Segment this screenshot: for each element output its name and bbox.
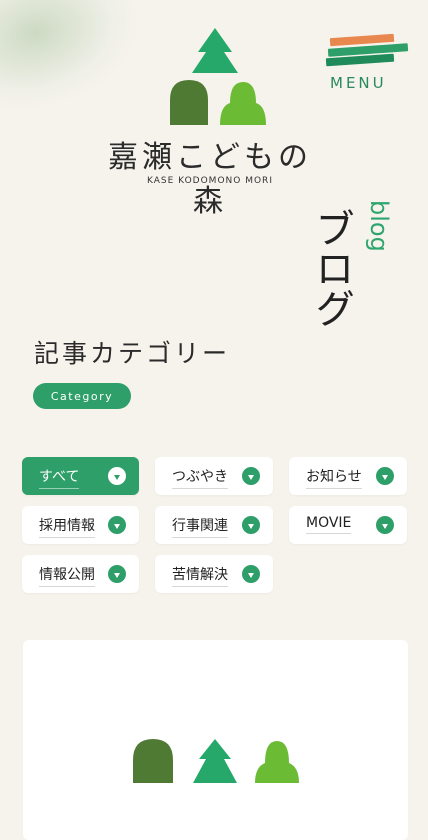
chevron-down-icon xyxy=(108,467,126,485)
logo-mark-icon xyxy=(170,28,266,125)
category-button-recruit[interactable]: 採用情報 xyxy=(22,506,139,544)
category-button-all[interactable]: すべて xyxy=(22,457,139,495)
category-section-title: 記事カテゴリー xyxy=(34,339,231,368)
category-label: MOVIE xyxy=(306,515,352,534)
chevron-down-icon xyxy=(376,516,394,534)
chevron-down-icon xyxy=(108,565,126,583)
chevron-down-icon xyxy=(242,516,260,534)
chevron-down-icon xyxy=(242,565,260,583)
category-button-complaints[interactable]: 苦情解決 xyxy=(155,555,273,593)
category-label: つぶやき xyxy=(172,466,228,489)
category-label: 採用情報 xyxy=(39,515,95,538)
logo-subtitle: KASE KODOMONO MORI xyxy=(147,176,273,186)
category-label: 情報公開 xyxy=(39,564,95,587)
category-label: すべて xyxy=(39,466,80,489)
category-button-movie[interactable]: MOVIE xyxy=(289,506,407,544)
blog-english-label: blog xyxy=(365,200,393,252)
blog-post-card[interactable] xyxy=(23,640,408,840)
category-button-news[interactable]: お知らせ xyxy=(289,457,407,495)
logo-dark-blob-icon xyxy=(170,80,208,125)
category-badge: Category xyxy=(33,383,131,409)
category-label: 苦情解決 xyxy=(172,564,228,587)
chevron-down-icon xyxy=(108,516,126,534)
placeholder-logo-icon xyxy=(133,739,299,783)
chevron-down-icon xyxy=(376,467,394,485)
blog-page-title: ブログ xyxy=(308,208,354,328)
category-label: 行事関連 xyxy=(172,515,228,538)
category-button-tsubuyaki[interactable]: つぶやき xyxy=(155,457,273,495)
logo-tree-icon xyxy=(192,28,238,73)
category-label: お知らせ xyxy=(306,466,362,489)
category-button-disclosure[interactable]: 情報公開 xyxy=(22,555,139,593)
site-logo[interactable]: 嘉瀬こどもの森 KASE KODOMONO MORI xyxy=(60,28,360,219)
category-button-events[interactable]: 行事関連 xyxy=(155,506,273,544)
chevron-down-icon xyxy=(242,467,260,485)
logo-light-blob-icon xyxy=(220,82,266,125)
